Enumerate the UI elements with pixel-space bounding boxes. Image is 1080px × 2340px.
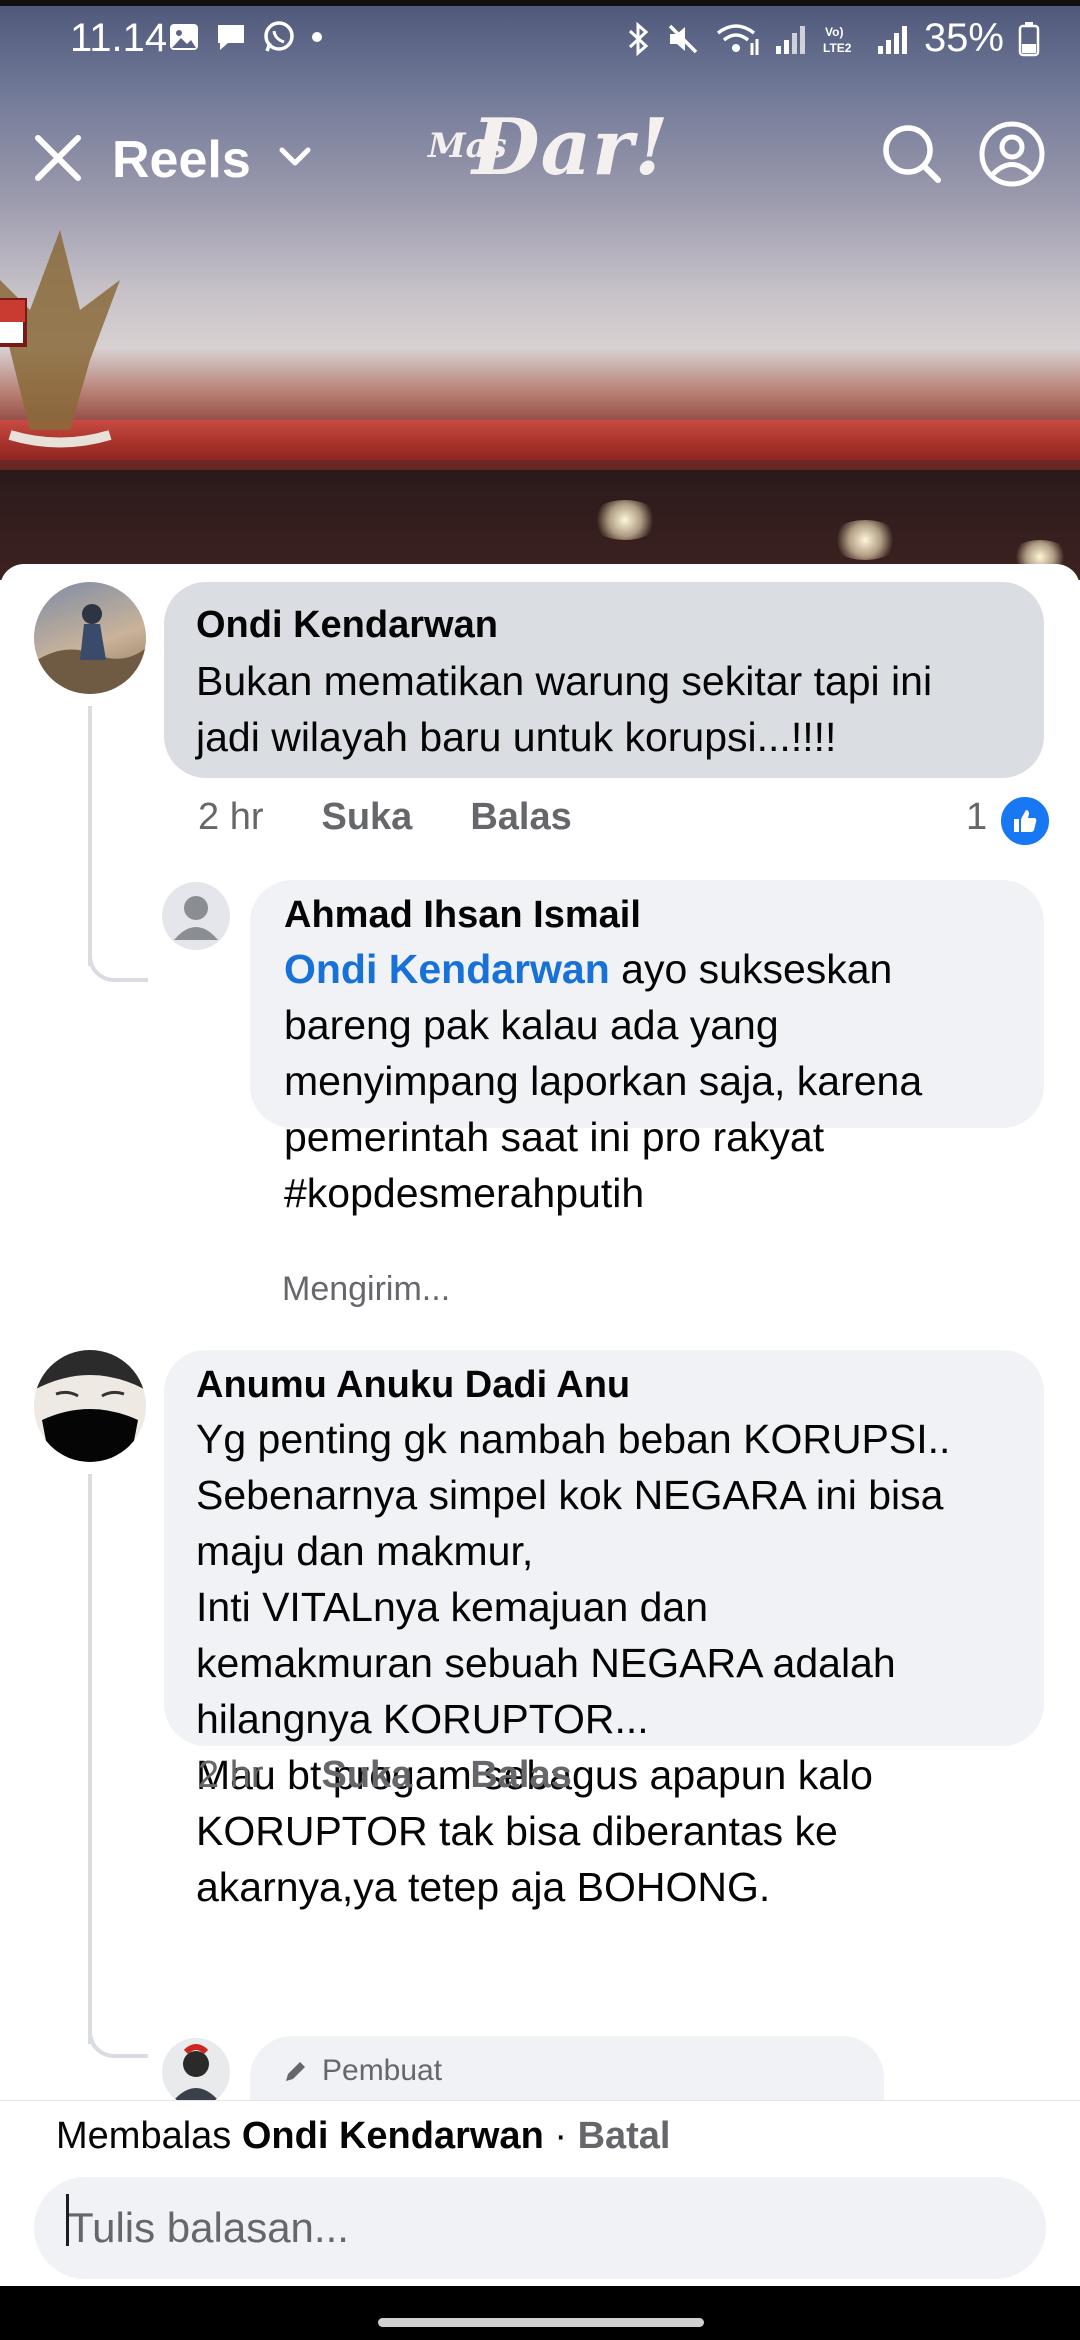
signal-icon: [877, 25, 907, 54]
separator-dot: ·: [554, 2115, 567, 2157]
comment-text: Yg penting gk nambah beban KORUPSI.. Seb…: [196, 1416, 951, 1910]
pencil-icon: [286, 2062, 305, 2081]
reply-text: Ondi Kendarwan ayo sukseskan bareng pak …: [284, 941, 1010, 1221]
avatar[interactable]: [162, 882, 230, 950]
comment-time: 2 hr: [198, 1754, 264, 1796]
reply-composer: Membalas Ondi Kendarwan · Batal: [0, 2100, 1080, 2287]
battery-icon: [1018, 21, 1040, 56]
comments-sheet: Ondi Kendarwan Bukan mematikan warung se…: [0, 564, 1080, 2100]
status-bar: 11.14 Vo) LTE2 35%: [0, 0, 1080, 80]
signal-icon: [775, 25, 805, 54]
like-reaction-icon[interactable]: [998, 794, 1052, 848]
wifi-icon: [716, 23, 759, 55]
mute-icon: [668, 24, 698, 53]
reaction-count[interactable]: 1: [966, 796, 987, 839]
close-icon[interactable]: [30, 130, 86, 186]
notification-icons: [168, 20, 324, 54]
like-button[interactable]: Suka: [321, 1754, 412, 1797]
avatar[interactable]: [34, 582, 146, 694]
status-time: 11.14: [70, 16, 168, 60]
garuda-emblem-image: [0, 230, 120, 448]
status-bar-top-edge: [0, 0, 1080, 6]
like-button[interactable]: Suka: [321, 796, 412, 839]
author-badge: Pembuat: [282, 2054, 442, 2088]
comment-actions: 2 hr Suka Balas: [198, 796, 572, 839]
dot-icon: [312, 32, 322, 42]
home-indicator[interactable]: [378, 2318, 704, 2327]
avatar[interactable]: [34, 1350, 146, 1462]
reply-button[interactable]: Balas: [470, 1754, 571, 1797]
reels-title[interactable]: Reels: [112, 130, 251, 190]
chat-bubble-icon: [218, 25, 244, 50]
replying-prefix: Membalas: [56, 2115, 232, 2157]
reels-header: Reels Mas Dar!: [0, 102, 1080, 210]
bluetooth-icon: [628, 21, 649, 56]
thread-connector: [88, 1474, 92, 2044]
system-navigation-bar: [0, 2286, 1080, 2340]
replying-to-name: Ondi Kendarwan: [241, 2115, 544, 2157]
thread-connector: [88, 706, 92, 966]
whatsapp-icon: [264, 21, 294, 52]
cancel-reply-button[interactable]: Batal: [578, 2115, 671, 2157]
thread-connector: [88, 2024, 148, 2058]
comment-text: Bukan mematikan warung sekitar tapi ini …: [196, 658, 933, 760]
system-status-icons: Vo) LTE2 35%: [626, 16, 1040, 61]
reply-author[interactable]: Ahmad Ihsan Ismail: [284, 894, 1010, 937]
comment-author[interactable]: Anumu Anuku Dadi Anu: [196, 1364, 1012, 1407]
comment-bubble[interactable]: Anumu Anuku Dadi Anu Yg penting gk namba…: [164, 1350, 1044, 1910]
mention-link[interactable]: Ondi Kendarwan: [284, 946, 610, 992]
sending-status: Mengirim...: [282, 1270, 451, 1308]
gallery-icon: [170, 24, 198, 50]
avatar-photo-image: [34, 1350, 146, 1462]
reply-bubble[interactable]: Ahmad Ihsan Ismail Ondi Kendarwan ayo su…: [250, 880, 1044, 1216]
default-avatar-icon: [174, 896, 218, 940]
video-ceiling-light: [830, 520, 900, 560]
reel-video-background: [0, 0, 1080, 580]
chevron-down-icon[interactable]: [278, 146, 312, 168]
comment-author[interactable]: Ondi Kendarwan: [196, 604, 1012, 647]
svg-text:LTE2: LTE2: [823, 41, 852, 55]
search-icon[interactable]: [878, 120, 944, 186]
volte-icon: Vo) LTE2: [823, 25, 852, 55]
avatar[interactable]: [162, 2038, 230, 2100]
author-badge-label: Pembuat: [322, 2054, 443, 2087]
thread-connector: [88, 944, 148, 982]
avatar-photo-image: [34, 604, 146, 694]
svg-text:Vo): Vo): [825, 25, 843, 39]
comment-bubble[interactable]: Ondi Kendarwan Bukan mematikan warung se…: [164, 582, 1044, 778]
avatar-photo-image: [174, 2044, 218, 2100]
thumbs-up-icon: [1014, 810, 1037, 832]
profile-icon[interactable]: [978, 120, 1046, 188]
video-red-trim: [0, 420, 1080, 460]
reply-button[interactable]: Balas: [470, 796, 571, 839]
replying-to-bar: Membalas Ondi Kendarwan · Batal: [56, 2115, 670, 2158]
comment-time: 2 hr: [198, 796, 264, 838]
logo-main-text: Dar!: [472, 102, 670, 193]
comment-actions: 2 hr Suka Balas: [198, 1754, 572, 1797]
battery-percent: 35%: [923, 16, 1004, 60]
text-cursor: [66, 2194, 69, 2246]
reply-input[interactable]: [34, 2177, 1046, 2279]
video-ceiling-light: [590, 500, 660, 540]
